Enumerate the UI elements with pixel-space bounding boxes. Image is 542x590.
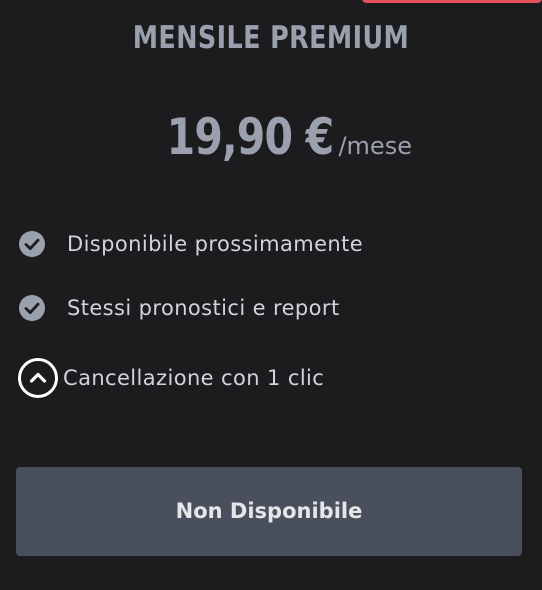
feature-item: Cancellazione con 1 clic	[18, 358, 324, 398]
feature-text: Cancellazione con 1 clic	[63, 366, 325, 390]
check-circle-icon	[19, 231, 45, 257]
feature-text: Disponibile prossimamente	[67, 232, 364, 256]
top-accent-bar	[362, 0, 542, 3]
price-amount: 19,90 €	[166, 108, 335, 166]
price-row: 19,90 € /mese	[0, 108, 542, 166]
chevron-up-circle-icon	[18, 358, 58, 398]
unavailable-button[interactable]: Non Disponibile	[16, 467, 522, 556]
feature-item: Stessi pronostici e report	[18, 288, 340, 328]
plan-title: MENSILE PREMIUM	[132, 20, 410, 56]
pricing-card: MENSILE PREMIUM 19,90 € /mese Disponibil…	[0, 0, 542, 590]
price-period: /mese	[338, 132, 412, 160]
feature-text: Stessi pronostici e report	[67, 296, 340, 320]
check-circle-icon	[19, 295, 45, 321]
feature-item: Disponibile prossimamente	[18, 224, 363, 264]
